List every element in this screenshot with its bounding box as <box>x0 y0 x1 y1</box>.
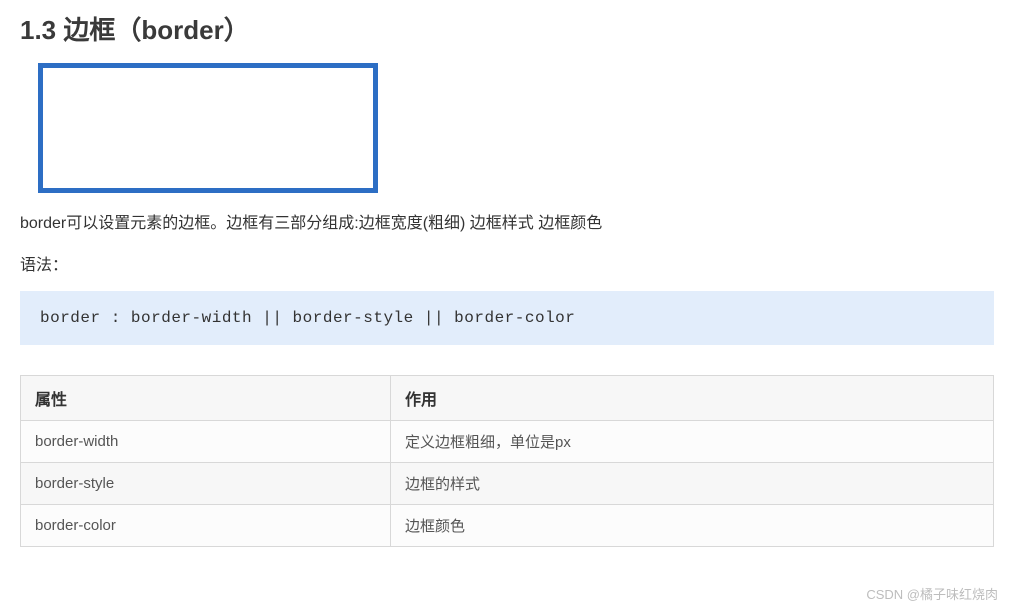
section-heading: 1.3 边框（border） <box>20 10 994 47</box>
property-table: 属性 作用 border-width 定义边框粗细，单位是px border-s… <box>20 375 994 547</box>
table-cell-property: border-color <box>21 504 391 546</box>
table-cell-description: 边框的样式 <box>391 462 994 504</box>
code-block: border : border-width || border-style ||… <box>20 291 994 345</box>
syntax-label: 语法： <box>20 251 994 275</box>
table-cell-description: 定义边框粗细，单位是px <box>391 420 994 462</box>
table-cell-description: 边框颜色 <box>391 504 994 546</box>
table-row: border-width 定义边框粗细，单位是px <box>21 420 994 462</box>
table-row: border-style 边框的样式 <box>21 462 994 504</box>
table-header-property: 属性 <box>21 375 391 420</box>
description-text: border可以设置元素的边框。边框有三部分组成:边框宽度(粗细) 边框样式 边… <box>20 211 994 237</box>
border-demo-box <box>38 63 378 193</box>
table-cell-property: border-style <box>21 462 391 504</box>
table-header-row: 属性 作用 <box>21 375 994 420</box>
watermark-text: CSDN @橘子味红烧肉 <box>866 584 998 603</box>
table-row: border-color 边框颜色 <box>21 504 994 546</box>
table-header-description: 作用 <box>391 375 994 420</box>
table-cell-property: border-width <box>21 420 391 462</box>
